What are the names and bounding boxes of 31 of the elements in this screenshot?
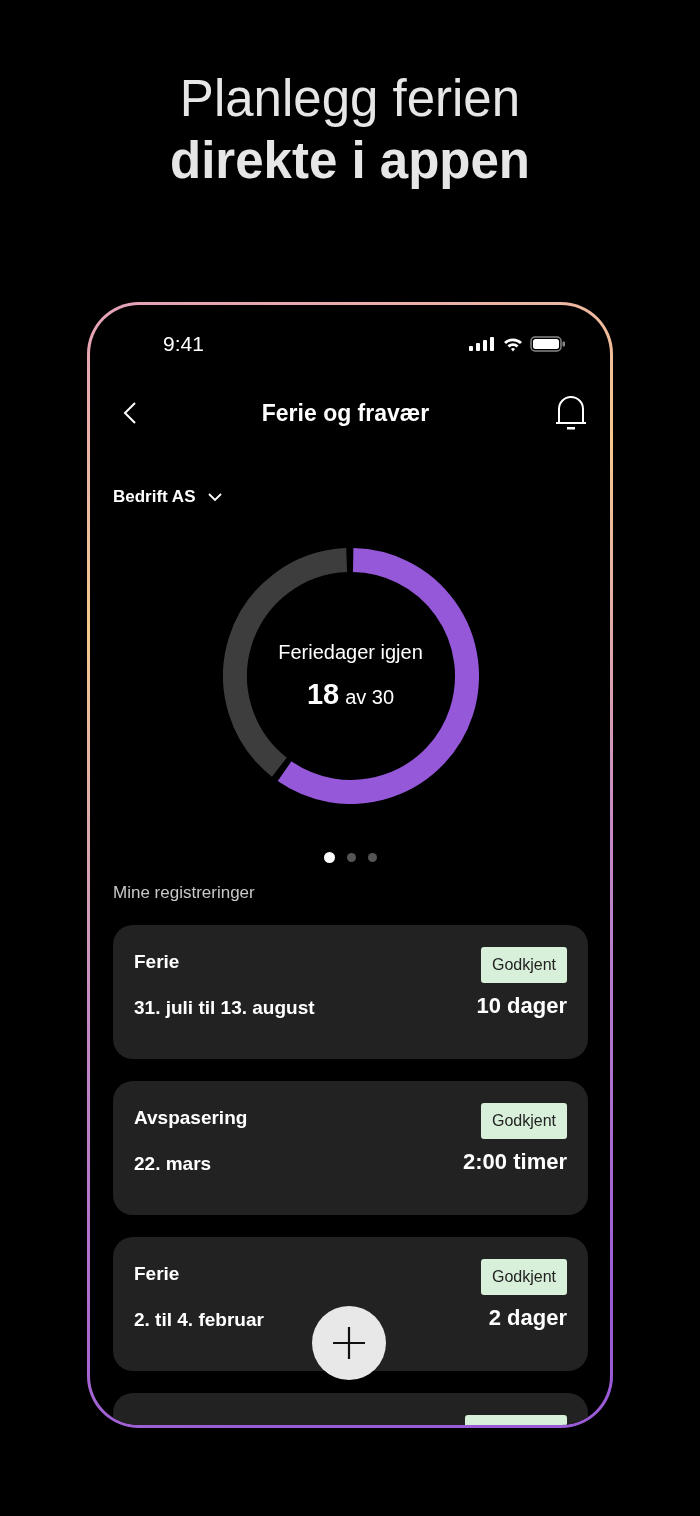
headline: Planlegg ferien: [178, 69, 522, 129]
status-time: 9:41: [163, 332, 204, 356]
pager-dot[interactable]: [347, 853, 356, 862]
pager-dot[interactable]: [368, 853, 377, 862]
status-badge: Godkjent: [480, 1259, 567, 1295]
company-dropdown[interactable]: Bedrift AS: [113, 487, 222, 507]
registration-type: Avspasering: [134, 1107, 248, 1129]
registration-amount: 2 dager: [488, 1305, 567, 1331]
battery-icon: [530, 336, 566, 352]
pager-dot[interactable]: [324, 852, 335, 863]
status-badge: Godkjent: [480, 947, 567, 983]
signal-icon: [469, 337, 496, 351]
wifi-icon: [503, 336, 523, 352]
registration-card[interactable]: Avspasering 22. mars Godkjent 2:00 timer: [113, 1081, 588, 1215]
back-icon[interactable]: [123, 401, 137, 425]
section-title: Mine registreringer: [113, 883, 256, 903]
chevron-down-icon: [207, 492, 222, 502]
registration-amount: 2:00 timer: [463, 1149, 567, 1175]
registration-dates: 2. til 4. februar: [134, 1309, 264, 1331]
registration-dates: 22. mars: [134, 1153, 213, 1175]
registration-dates: 31. juli til 13. august: [134, 997, 315, 1019]
status-badge: Godkjent: [480, 1103, 567, 1139]
registration-type: Ferie: [134, 951, 181, 973]
bell-icon[interactable]: [554, 395, 588, 431]
plus-icon: [332, 1326, 366, 1360]
registration-card[interactable]: Ferie 31. juli til 13. august Godkjent 10 dager: [113, 925, 588, 1059]
registration-type: Ferie: [134, 1263, 181, 1285]
screen-title: Ferie og fravær: [261, 399, 430, 427]
registration-amount: 10 dager: [476, 993, 567, 1019]
headline: direkte i appen: [170, 131, 530, 191]
registration-card[interactable]: Ferie 2. til 4. februar Godkjent 2 dager: [113, 1237, 588, 1371]
